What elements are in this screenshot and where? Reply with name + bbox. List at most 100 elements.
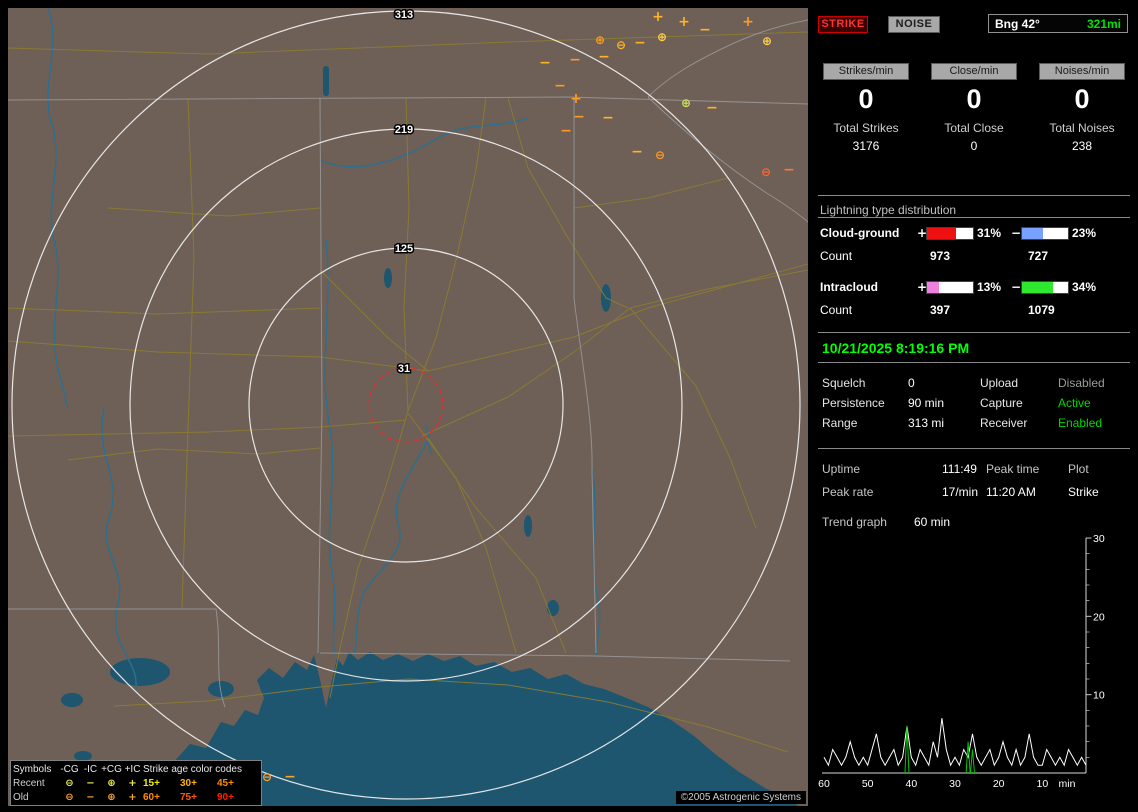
upload-label: Upload [980, 376, 1019, 390]
uptime-row: Uptime 111:49 Peak time Plot [822, 462, 1130, 477]
copyright: ©2005 Astrogenic Systems [675, 791, 806, 804]
receiver-label: Receiver [980, 416, 1028, 430]
legend-row-label: Recent [13, 777, 45, 789]
peak-time-value: 11:20 AM [986, 485, 1036, 499]
cloud-ground-count-row: Count 973 727 [820, 249, 1130, 263]
legend-strike-symbol: ⊖ [65, 777, 74, 789]
close-per-min-value: 0 [966, 84, 982, 114]
lake [323, 66, 329, 96]
total-strikes-value: 3176 [852, 139, 880, 153]
ring-label-219: 219 [395, 124, 413, 136]
axis-label: min [1059, 778, 1076, 790]
legend-row-old: Old ⊖ − ⊕ +60+ 75+ 90+ [13, 790, 259, 804]
cg-negative-pct: 23% [1072, 226, 1097, 240]
legend-strike-symbol: − [86, 777, 95, 789]
ic-positive-count: 397 [930, 303, 951, 317]
strike-symbol: − [554, 78, 566, 94]
strikes-column: Strikes/min 0 Total Strikes 3176 [818, 63, 914, 153]
strike-symbol: ⊕ [762, 34, 772, 48]
map-legend: Symbols -CG -IC +CG +IC Strike age color… [10, 760, 262, 806]
lake [61, 693, 83, 707]
legend-strike-symbol: ⊖ [65, 791, 74, 803]
uptime-value: 111:49 [942, 462, 977, 476]
legend-col-neg-cg: -CG [60, 763, 79, 775]
strike-symbol: ⊖ [761, 165, 771, 179]
axis-label: 20 [1093, 611, 1105, 623]
axis-label: 10 [1036, 778, 1048, 790]
range-row: Range 313 mi Receiver Enabled [822, 416, 1130, 431]
minus-sign: − [1011, 226, 1022, 240]
noise-indicator[interactable]: NOISE [888, 16, 940, 33]
lake [384, 268, 392, 288]
legend-age-code: 45+ [217, 777, 234, 789]
axis-label: 30 [949, 778, 961, 790]
strike-symbol: − [783, 162, 795, 178]
legend-age-code: 90+ [217, 791, 234, 803]
axis-label: 30 [1093, 533, 1105, 545]
strike-symbol: ⊕ [595, 33, 605, 47]
strike-symbol: + [678, 14, 690, 30]
plot-header: Plot [1068, 462, 1089, 476]
radar-map-panel[interactable]: 313 219 125 31 + + ⊕ ⊖ − ⊕ ⊕ − + − − − − + ⊕ − − − − − ⊖ ⊖ − ⊖ −… [8, 8, 808, 806]
legend-row-label: Old [13, 791, 29, 803]
strike-symbol: − [539, 55, 551, 71]
noises-column: Noises/min 0 Total Noises 238 [1034, 63, 1130, 153]
strike-symbol: − [602, 110, 614, 126]
axis-ticks [1086, 537, 1092, 758]
ic-negative-count: 1079 [1028, 303, 1055, 317]
count-label: Count [820, 303, 853, 317]
strikes-per-min-button[interactable]: Strikes/min [823, 63, 909, 80]
strike-rate-line [823, 718, 1087, 767]
divider [818, 332, 1130, 333]
peak-rate-label: Peak rate [822, 485, 874, 499]
strike-symbol: ⊖ [262, 770, 272, 784]
close-rate-spike [969, 749, 975, 774]
ic-negative-pct: 34% [1072, 280, 1097, 294]
strikes-per-min-value: 0 [858, 84, 874, 114]
nexstorm-window: 313 219 125 31 + + ⊕ ⊖ − ⊕ ⊕ − + − − − − + ⊕ − − − − − ⊖ ⊖ − ⊖ −… [0, 0, 1138, 812]
trend-window-value: 60 min [914, 515, 951, 529]
legend-age-code: 30+ [180, 777, 197, 789]
bearing-range: 321mi [1086, 16, 1121, 31]
noises-per-min-button[interactable]: Noises/min [1039, 63, 1125, 80]
persistence-row: Persistence 90 min Capture Active [822, 396, 1130, 411]
status-panel: STRIKE NOISE Bng 42° 321mi Strikes/min 0… [816, 8, 1134, 806]
legend-strike-symbol: − [86, 791, 95, 803]
axis-label: 40 [905, 778, 917, 790]
divider [818, 195, 1130, 196]
strike-symbol: + [570, 91, 582, 107]
legend-symbols-title: Symbols [13, 763, 52, 775]
strike-symbol: − [699, 22, 711, 38]
cg-positive-pct: 31% [977, 226, 1002, 240]
axis-label: 20 [993, 778, 1005, 790]
ring-label-313: 313 [395, 9, 413, 21]
total-noises-label: Total Noises [1049, 121, 1115, 135]
trend-graph: 10 20 30 60 50 40 30 20 10 min [818, 533, 1105, 790]
peak-time-header: Peak time [986, 462, 1040, 476]
bearing-label: Bng 42° [995, 16, 1040, 31]
legend-age-code: 60+ [143, 791, 160, 803]
radar-map[interactable]: 313 219 125 31 + +⊕ ⊖ − ⊕ ⊕− +− − −−+ ⊕ −− −−− ⊖⊖ −⊖ − [8, 8, 808, 806]
legend-age-title: Strike age color codes [143, 763, 242, 775]
total-strikes-label: Total Strikes [833, 121, 899, 135]
strike-symbol: − [706, 100, 718, 116]
legend-strike-symbol: ⊕ [107, 777, 116, 789]
total-close-label: Total Close [944, 121, 1004, 135]
close-per-min-button[interactable]: Close/min [931, 63, 1017, 80]
strike-indicator[interactable]: STRIKE [818, 16, 868, 33]
strike-symbol: + [652, 9, 664, 25]
strike-symbol: + [742, 14, 754, 30]
ring-label-31: 31 [398, 363, 410, 375]
strike-symbol: − [634, 35, 646, 51]
total-noises-value: 238 [1071, 139, 1093, 153]
range-value: 313 mi [908, 416, 945, 430]
cloud-ground-label: Cloud-ground [820, 226, 900, 240]
peak-rate-row: Peak rate 17/min 11:20 AM Strike [822, 485, 1130, 500]
divider [818, 217, 1130, 218]
ring-label-125: 125 [395, 243, 413, 255]
trend-series [823, 718, 1087, 774]
peak-rate-value: 17/min [942, 485, 979, 499]
legend-age-code: 75+ [180, 791, 197, 803]
lake [524, 515, 532, 537]
count-label: Count [820, 249, 853, 263]
